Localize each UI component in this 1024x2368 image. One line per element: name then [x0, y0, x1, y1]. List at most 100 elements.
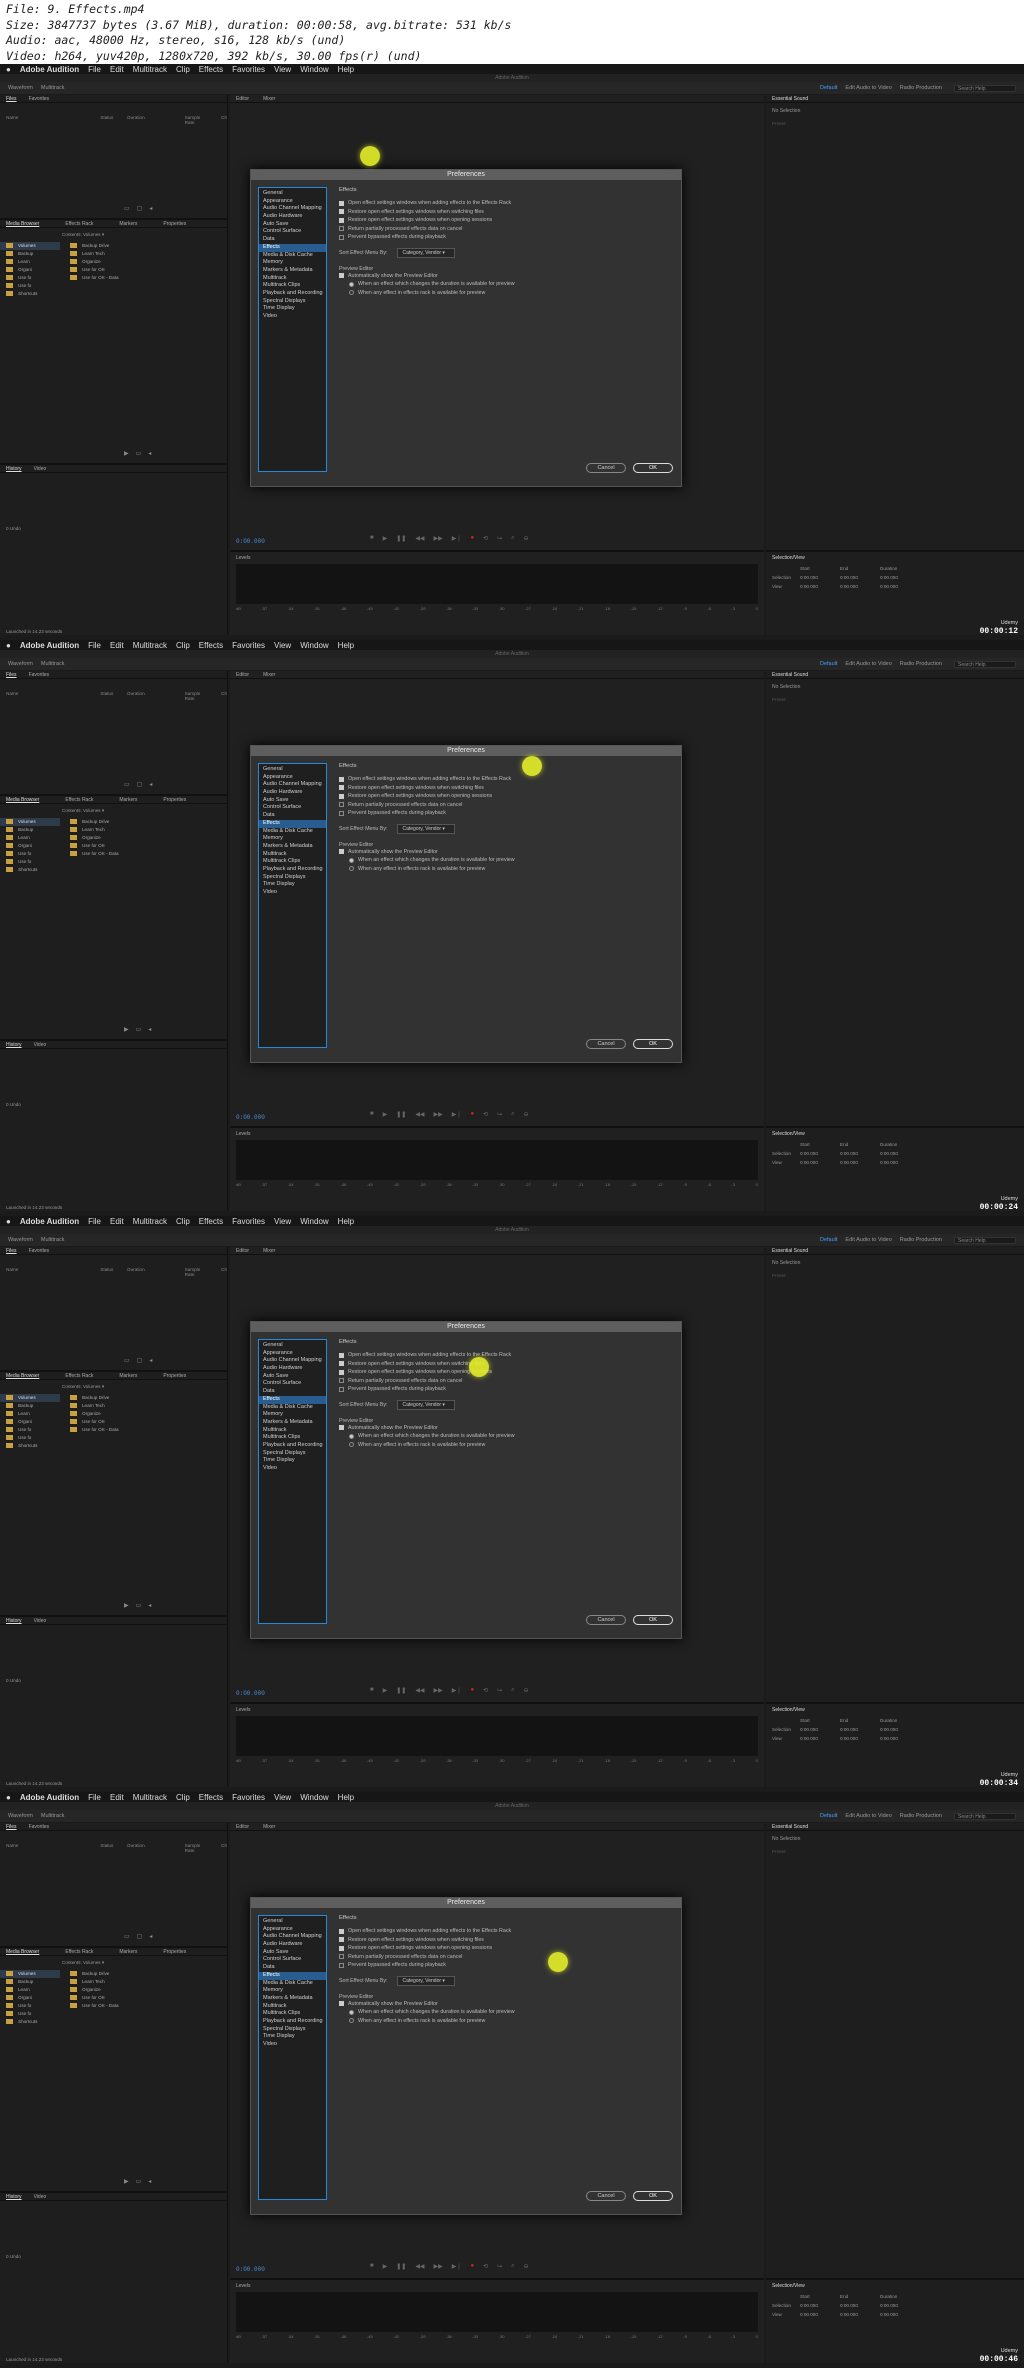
menu-item[interactable]: Clip	[176, 641, 190, 650]
skip-end-icon[interactable]: ▶❘	[452, 1687, 462, 1694]
apple-menu-icon[interactable]: ●	[6, 65, 11, 74]
sort-select[interactable]: Category, Vendor ▾	[397, 1399, 456, 1410]
auto-show-checkbox[interactable]: Automatically show the Preview Editor	[339, 272, 675, 281]
tree-item[interactable]: Backup	[0, 1978, 60, 1986]
checkbox-icon[interactable]	[339, 1352, 344, 1358]
menu-item[interactable]: Multitrack	[133, 641, 167, 650]
skip-end-icon[interactable]: ▶❘	[452, 2263, 462, 2270]
stop-icon[interactable]: ■	[370, 2263, 374, 2270]
pref-category[interactable]: Control Surface	[259, 1956, 326, 1964]
tab-video[interactable]: Video	[34, 465, 47, 472]
menu-item[interactable]: Effects	[199, 65, 223, 74]
pref-category[interactable]: Multitrack	[259, 2003, 326, 2011]
auto-show-checkbox[interactable]: Automatically show the Preview Editor	[339, 848, 675, 857]
workspace-edit-video[interactable]: Edit Audio to Video	[845, 85, 891, 91]
menu-item[interactable]: Help	[338, 1217, 354, 1226]
pref-checkbox[interactable]: Open effect settings windows when adding…	[339, 1351, 675, 1360]
checkbox-icon[interactable]	[339, 1928, 344, 1934]
play-icon[interactable]: ▶	[124, 450, 129, 457]
list-item[interactable]: Organize	[62, 834, 119, 842]
workspace-default[interactable]: Default	[820, 1237, 837, 1243]
play-icon[interactable]: ▶	[383, 1687, 388, 1694]
tab-files[interactable]: Files	[6, 95, 17, 102]
radio-duration[interactable]: When an effect which changes the duratio…	[339, 2008, 675, 2017]
zoom-icon[interactable]: ⌕	[511, 1111, 514, 1118]
zoom-icon[interactable]: ⌕	[511, 2263, 514, 2270]
list-item[interactable]: Learn Tech	[62, 250, 119, 258]
pref-category[interactable]: General	[259, 766, 326, 774]
sort-select[interactable]: Category, Vendor ▾	[397, 247, 456, 258]
selection-start[interactable]: 0:00.000	[800, 1151, 840, 1156]
pref-category[interactable]: Spectral Displays	[259, 2026, 326, 2034]
checkbox-icon[interactable]	[339, 1386, 344, 1392]
waveform-button[interactable]: Waveform	[8, 85, 33, 91]
list-item[interactable]: Use for OS - Data	[62, 850, 119, 858]
skip-end-icon[interactable]: ▶❘	[452, 1111, 462, 1118]
ok-button[interactable]: OK	[633, 463, 673, 473]
tab-favorites[interactable]: Favorites	[29, 95, 50, 102]
col-name[interactable]: Name	[6, 691, 18, 701]
tree-item[interactable]: Use fo	[0, 282, 60, 290]
pause-icon[interactable]: ❚❚	[396, 535, 406, 542]
checkbox-icon[interactable]	[339, 2001, 344, 2007]
checkbox-icon[interactable]	[339, 1361, 344, 1367]
tree-item[interactable]: Learn	[0, 1986, 60, 1994]
col-status[interactable]: Status	[100, 1267, 113, 1277]
checkbox-icon[interactable]	[339, 810, 344, 816]
list-item[interactable]: Learn Tech	[62, 1978, 119, 1986]
radio-icon[interactable]	[349, 2018, 354, 2024]
col-name[interactable]: Name	[6, 115, 18, 125]
checkbox-icon[interactable]	[339, 1954, 344, 1960]
contents-selector[interactable]: Contents: Volumes ▾	[62, 232, 104, 238]
list-item[interactable]: Backup Drive	[62, 242, 119, 250]
list-item[interactable]: Use for OS	[62, 842, 119, 850]
col-status[interactable]: Status	[100, 691, 113, 701]
menu-item[interactable]: Clip	[176, 1217, 190, 1226]
tab-mixer[interactable]: Mixer	[263, 1247, 275, 1254]
checkbox-icon[interactable]	[339, 1369, 344, 1375]
tab-files[interactable]: Files	[6, 1823, 17, 1830]
pref-category[interactable]: Multitrack	[259, 851, 326, 859]
col-duration[interactable]: Duration	[127, 1267, 144, 1277]
pref-category[interactable]: Memory	[259, 259, 326, 267]
pref-checkbox[interactable]: Restore open effect settings windows whe…	[339, 1360, 675, 1369]
radio-icon[interactable]	[349, 1442, 354, 1448]
pref-category[interactable]: Auto Save	[259, 221, 326, 229]
list-item[interactable]: Organize	[62, 1986, 119, 1994]
tree-item[interactable]: Use fo	[0, 850, 60, 858]
pref-category[interactable]: Audio Hardware	[259, 1941, 326, 1949]
pref-category[interactable]: Appearance	[259, 774, 326, 782]
import-icon[interactable]: ▢	[137, 1933, 143, 1940]
tree-item[interactable]: Use fo	[0, 2002, 60, 2010]
search-help-input[interactable]: Search Help	[954, 1236, 1016, 1244]
radio-duration[interactable]: When an effect which changes the duratio…	[339, 856, 675, 865]
menu-item[interactable]: Window	[300, 65, 328, 74]
view-duration[interactable]: 0:00.000	[880, 584, 920, 589]
tree-item[interactable]: Learn	[0, 1410, 60, 1418]
pref-category[interactable]: Markers & Metadata	[259, 1995, 326, 2003]
folder-icon[interactable]: ▭	[136, 2178, 142, 2185]
tab-properties[interactable]: Properties	[163, 1948, 186, 1955]
menu-item[interactable]: Edit	[110, 1793, 124, 1802]
menu-item[interactable]: Effects	[199, 1217, 223, 1226]
pref-checkbox[interactable]: Return partially processed effects data …	[339, 225, 675, 234]
tab-favorites[interactable]: Favorites	[29, 1823, 50, 1830]
skip-icon[interactable]: ↪	[497, 535, 502, 542]
zoom-out-icon[interactable]: ⊖	[524, 535, 529, 542]
col-status[interactable]: Status	[100, 115, 113, 125]
menu-item[interactable]: Help	[338, 65, 354, 74]
pref-category[interactable]: Markers & Metadata	[259, 843, 326, 851]
contents-selector[interactable]: Contents: Volumes ▾	[62, 1960, 104, 1966]
view-end[interactable]: 0:00.000	[840, 1736, 880, 1741]
workspace-radio[interactable]: Radio Production	[900, 1237, 942, 1243]
list-item[interactable]: Backup Drive	[62, 1970, 119, 1978]
zoom-icon[interactable]: ⌕	[511, 535, 514, 542]
folder-icon[interactable]: ▭	[136, 1026, 142, 1033]
pref-category[interactable]: Time Display	[259, 881, 326, 889]
tab-history[interactable]: History	[6, 2193, 22, 2200]
checkbox-icon[interactable]	[339, 217, 344, 223]
col-duration[interactable]: Duration	[127, 691, 144, 701]
selection-duration[interactable]: 0:00.000	[880, 1151, 920, 1156]
play-icon[interactable]: ▶	[124, 1602, 129, 1609]
multitrack-button[interactable]: Multitrack	[41, 1813, 65, 1819]
